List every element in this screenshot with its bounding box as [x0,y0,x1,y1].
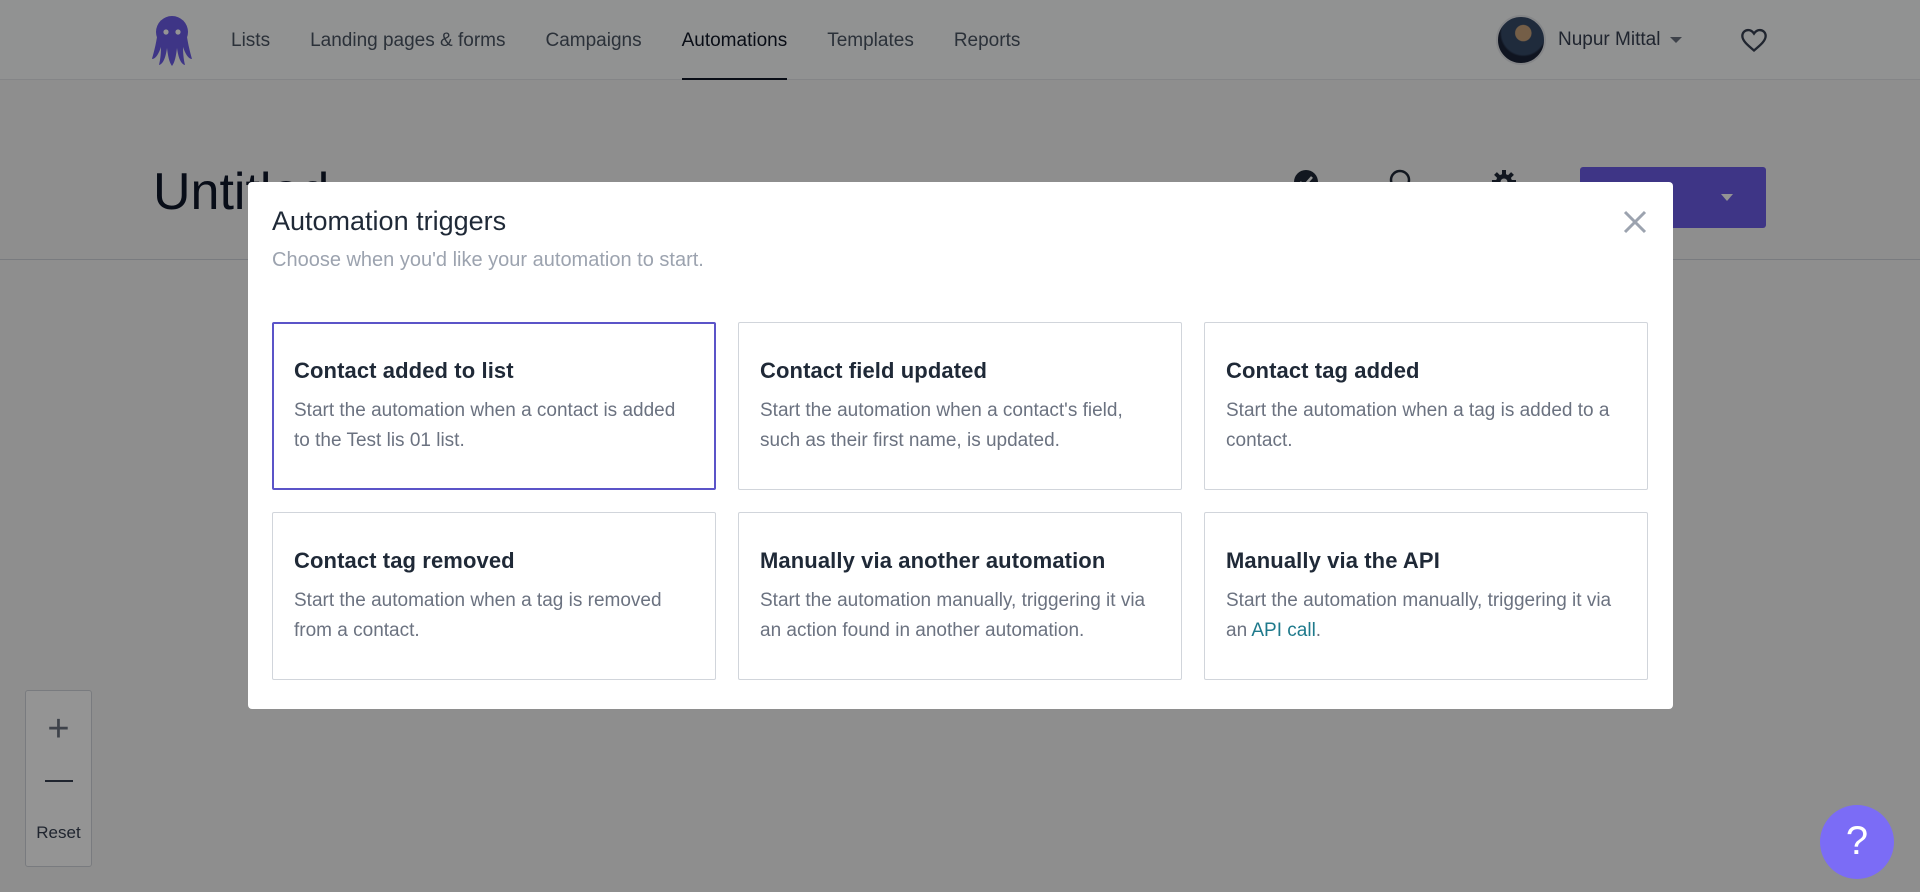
trigger-card-title: Contact added to list [294,358,514,383]
help-button[interactable]: ? [1820,805,1894,879]
modal-title: Automation triggers [272,206,507,236]
trigger-card-manually-via-another-automation[interactable]: Manually via another automation Start th… [738,512,1182,680]
close-icon[interactable] [1621,208,1649,236]
trigger-card-title: Manually via the API [1226,548,1440,573]
trigger-card-title: Manually via another automation [760,548,1106,573]
trigger-card-contact-added-to-list[interactable]: Contact added to list Start the automati… [272,322,716,490]
trigger-card-title: Contact field updated [760,358,987,383]
trigger-card-manually-via-the-api[interactable]: Manually via the API Start the automatio… [1204,512,1648,680]
trigger-card-title: Contact tag removed [294,548,515,573]
trigger-card-description: Start the automation when a contact is a… [294,400,676,451]
trigger-card-contact-tag-removed[interactable]: Contact tag removed Start the automation… [272,512,716,680]
trigger-card-description: Start the automation when a contact's fi… [760,400,1123,451]
trigger-card-contact-field-updated[interactable]: Contact field updated Start the automati… [738,322,1182,490]
trigger-card-description: Start the automation manually, triggerin… [760,590,1146,641]
trigger-card-description: Start the automation manually, triggerin… [1226,586,1626,646]
automation-triggers-modal: Automation triggers Choose when you'd li… [248,182,1673,709]
modal-subtitle: Choose when you'd like your automation t… [272,249,704,271]
trigger-card-contact-tag-added[interactable]: Contact tag added Start the automation w… [1204,322,1648,490]
trigger-card-description: Start the automation when a tag is added… [1226,400,1610,451]
description-text-end: . [1315,620,1322,641]
trigger-card-title: Contact tag added [1226,358,1420,383]
api-call-link[interactable]: API call [1251,620,1315,641]
trigger-card-description: Start the automation when a tag is remov… [294,590,662,641]
